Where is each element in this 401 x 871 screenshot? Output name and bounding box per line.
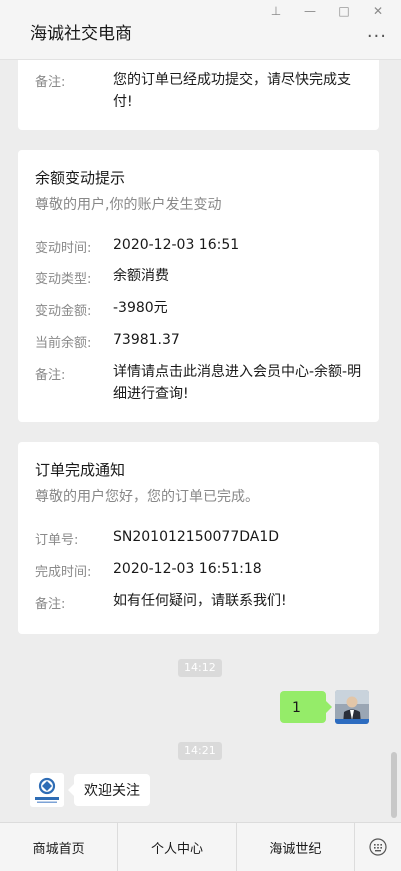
- change-amount-label: 变动金额:: [35, 304, 92, 319]
- change-type-label: 变动类型:: [35, 272, 92, 287]
- current-balance-label: 当前余额:: [35, 336, 92, 351]
- card-subtitle: 尊敬的用户,你的账户发生变动: [35, 197, 222, 213]
- remark-label: 备注:: [35, 75, 66, 90]
- welcome-message-bubble[interactable]: 欢迎关注: [68, 774, 150, 806]
- title-bar: 海诚社交电商 ⊥ — □ ✕ ···: [0, 0, 401, 60]
- more-options-icon[interactable]: ···: [367, 28, 387, 46]
- order-number-value: SN201012150077DA1D: [113, 529, 280, 545]
- change-time-value: 2020-12-03 16:51: [113, 237, 240, 253]
- my-message-bubble[interactable]: 1: [280, 691, 332, 723]
- chat-area[interactable]: 备注: 您的订单已经成功提交，请尽快完成支付! 余额变动提示 尊敬的用户,你的账…: [0, 60, 401, 822]
- my-avatar[interactable]: [335, 690, 369, 724]
- keyboard-toggle[interactable]: [355, 823, 401, 871]
- chat-title: 海诚社交电商: [30, 24, 132, 44]
- order-submit-card[interactable]: 备注: 您的订单已经成功提交，请尽快完成支付!: [18, 60, 379, 130]
- menu-item-haicheng-century[interactable]: 海诚世纪: [237, 823, 355, 871]
- pin-icon[interactable]: ⊥: [259, 2, 293, 20]
- order-complete-card[interactable]: 订单完成通知 尊敬的用户您好，您的订单已完成。 订单号: SN201012150…: [18, 442, 379, 634]
- avatar-image: [335, 690, 369, 724]
- remark-value: 如有任何疑问，请联系我们!: [113, 593, 287, 609]
- window-controls: ⊥ — □ ✕: [259, 2, 395, 20]
- remark-value: 详情请点击此消息进入会员中心-余额-明细进行查询!: [113, 364, 362, 402]
- minimize-icon[interactable]: —: [293, 2, 327, 20]
- maximize-icon[interactable]: □: [327, 2, 361, 20]
- close-icon[interactable]: ✕: [361, 2, 395, 20]
- bottom-menu: 商城首页 个人中心 海诚世纪: [0, 822, 401, 871]
- order-number-label: 订单号:: [35, 533, 79, 548]
- timestamp: 14:21: [178, 742, 222, 760]
- change-time-label: 变动时间:: [35, 241, 92, 256]
- remark-label: 备注:: [35, 368, 66, 383]
- change-amount-value: -3980元: [113, 300, 168, 316]
- remark-label: 备注:: [35, 597, 66, 612]
- card-title: 订单完成通知: [35, 461, 126, 479]
- complete-time-value: 2020-12-03 16:51:18: [113, 561, 262, 577]
- card-title: 余额变动提示: [35, 169, 126, 187]
- current-balance-value: 73981.37: [113, 332, 180, 348]
- scrollbar[interactable]: [391, 752, 397, 818]
- complete-time-label: 完成时间:: [35, 565, 92, 580]
- menu-item-mall-home[interactable]: 商城首页: [0, 823, 119, 871]
- logo-icon: [30, 773, 64, 807]
- change-type-value: 余额消费: [113, 268, 169, 284]
- remark-value: 您的订单已经成功提交，请尽快完成支付!: [113, 72, 351, 110]
- menu-item-personal-center[interactable]: 个人中心: [118, 823, 237, 871]
- official-account-avatar[interactable]: [30, 773, 64, 807]
- card-subtitle: 尊敬的用户您好，您的订单已完成。: [35, 489, 259, 505]
- balance-change-card[interactable]: 余额变动提示 尊敬的用户,你的账户发生变动 变动时间: 2020-12-03 1…: [18, 150, 379, 422]
- keyboard-icon: [369, 838, 387, 856]
- wechat-window: 海诚社交电商 ⊥ — □ ✕ ··· 备注: 您的订单已经成功提交，请尽快完成支…: [0, 0, 401, 871]
- timestamp: 14:12: [178, 659, 222, 677]
